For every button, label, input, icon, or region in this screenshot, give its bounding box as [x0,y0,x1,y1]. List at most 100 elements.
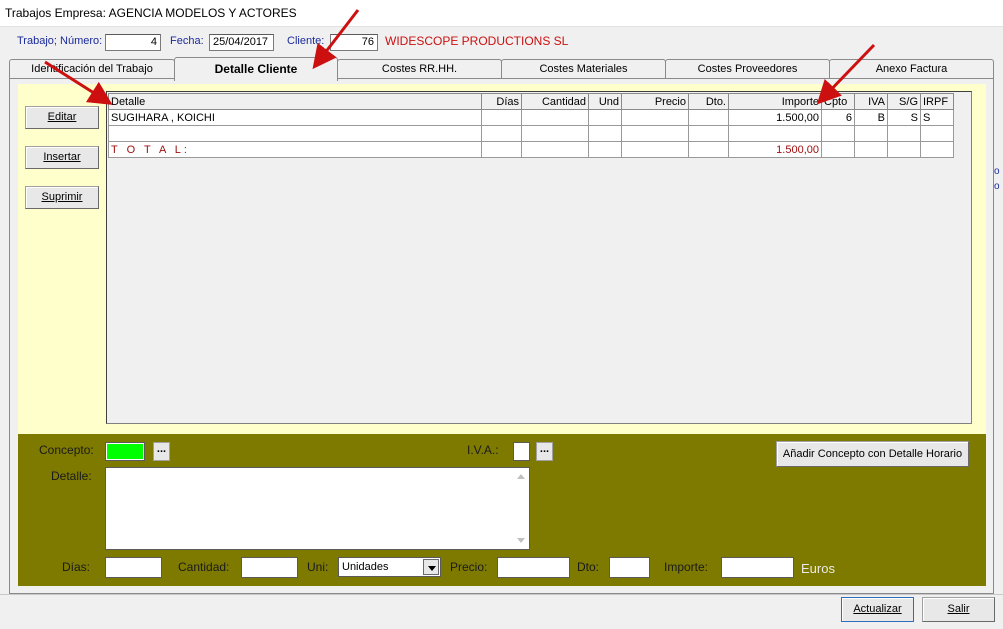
total-label: T O T A L: [108,141,482,158]
importe-input[interactable] [721,557,794,578]
precio-label: Precio: [450,560,488,574]
total-importe: 1.500,00 [728,141,822,158]
salir-button[interactable]: Salir [922,597,995,622]
cell-precio[interactable] [621,125,689,142]
fecha-label: Fecha: [170,35,204,47]
offscreen-glyph: o [994,166,1000,177]
col-header-und[interactable]: Und [588,93,622,110]
col-header-precio[interactable]: Precio [621,93,689,110]
tab-label: Costes Materiales [539,63,628,75]
editar-label: Editar [47,111,77,123]
total-empty-cell [821,141,855,158]
tab-detalle-cliente[interactable]: Detalle Cliente [174,57,338,81]
detalle-table: Detalle Días Cantidad Und Precio Dto. Im… [108,93,954,158]
scroll-down-icon[interactable] [517,538,525,543]
cliente-code-field[interactable]: 76 [330,34,378,51]
cell-cantidad[interactable] [521,109,589,126]
col-header-irpf[interactable]: IRPF [920,93,954,110]
cliente-label: Cliente: [287,35,325,47]
dto-input[interactable] [609,557,650,578]
table-row[interactable]: SUGIHARA , KOICHI 1.500,00 6 B S S [108,109,954,126]
col-header-cpto[interactable]: Cpto [821,93,855,110]
iva-label: I.V.A.: [467,443,499,457]
concepto-input-fill [107,444,143,459]
cantidad-input[interactable] [241,557,298,578]
cell-importe[interactable] [728,125,822,142]
cell-cpto[interactable]: 6 [821,109,855,126]
col-header-detalle[interactable]: Detalle [108,93,482,110]
total-empty-cell [887,141,921,158]
add-concept-horario-button[interactable]: Añadir Concepto con Detalle Horario [776,441,969,467]
detalle-scrollbar[interactable] [514,469,528,548]
window-titlebar: Trabajos Empresa: AGENCIA MODELOS Y ACTO… [0,0,1003,27]
cell-iva[interactable] [854,125,888,142]
tab-label: Anexo Factura [875,63,948,75]
cell-dias[interactable] [481,125,522,142]
col-header-importe[interactable]: Importe [728,93,822,110]
total-row: T O T A L: 1.500,00 [108,141,954,158]
unidades-select[interactable]: Unidades [338,557,441,577]
total-empty-cell [854,141,888,158]
cell-sg[interactable]: S [887,109,921,126]
col-header-iva[interactable]: IVA [854,93,888,110]
iva-browse-button[interactable]: ... [536,442,553,461]
tab-costes-proveedores[interactable]: Costes Proveedores [665,59,830,78]
chevron-down-icon[interactable] [423,559,439,575]
tab-label: Detalle Cliente [214,62,298,76]
concepto-browse-button[interactable]: ... [153,442,170,461]
cell-detalle[interactable]: SUGIHARA , KOICHI [108,109,482,126]
euros-label: Euros [801,561,835,576]
detalle-textarea[interactable] [105,467,530,550]
cell-irpf[interactable] [920,125,954,142]
scroll-up-icon[interactable] [517,474,525,479]
cell-iva[interactable]: B [854,109,888,126]
iva-input[interactable] [513,442,530,461]
tab-costes-materiales[interactable]: Costes Materiales [501,59,666,78]
editar-button[interactable]: Editar [25,106,99,129]
cliente-name: WIDESCOPE PRODUCTIONS SL [385,34,569,48]
cell-dto[interactable] [688,125,729,142]
importe-label: Importe: [664,560,709,574]
table-row[interactable] [108,125,954,142]
trabajo-number-field[interactable]: 4 [105,34,161,51]
dias-input[interactable] [105,557,162,578]
window-title: Trabajos Empresa: AGENCIA MODELOS Y ACTO… [5,6,297,20]
grid-header-row: Detalle Días Cantidad Und Precio Dto. Im… [108,93,954,110]
cell-dto[interactable] [688,109,729,126]
cell-sg[interactable] [887,125,921,142]
precio-input[interactable] [497,557,570,578]
cell-und[interactable] [588,109,622,126]
total-empty-cell [481,141,522,158]
insertar-label: Insertar [43,151,81,163]
col-header-dto[interactable]: Dto. [688,93,729,110]
col-header-cantidad[interactable]: Cantidad [521,93,589,110]
cantidad-label: Cantidad: [178,560,230,574]
actualizar-button[interactable]: Actualizar [841,597,914,622]
tab-label: Costes RR.HH. [381,63,458,75]
total-empty-cell [920,141,954,158]
cell-precio[interactable] [621,109,689,126]
total-empty-cell [621,141,689,158]
cell-cantidad[interactable] [521,125,589,142]
cell-irpf[interactable]: S [920,109,954,126]
cell-und[interactable] [588,125,622,142]
tab-identificacion-trabajo[interactable]: Identificación del Trabajo [9,59,175,78]
insertar-button[interactable]: Insertar [25,146,99,169]
col-header-dias[interactable]: Días [481,93,522,110]
tab-anexo-factura[interactable]: Anexo Factura [829,59,994,78]
dto-label: Dto: [577,560,600,574]
tab-label: Identificación del Trabajo [31,63,153,75]
cell-dias[interactable] [481,109,522,126]
col-header-sg[interactable]: S/G [887,93,921,110]
cell-detalle[interactable] [108,125,482,142]
tab-costes-rrhh[interactable]: Costes RR.HH. [337,59,502,78]
total-empty-cell [588,141,622,158]
fecha-field[interactable]: 25/04/2017 [209,34,274,51]
cell-importe[interactable]: 1.500,00 [728,109,822,126]
concepto-input[interactable] [105,442,145,461]
detalle-label: Detalle: [51,469,92,483]
suprimir-button[interactable]: Suprimir [25,186,99,209]
unidades-select-value: Unidades [342,561,389,573]
total-empty-cell [521,141,589,158]
cell-cpto[interactable] [821,125,855,142]
